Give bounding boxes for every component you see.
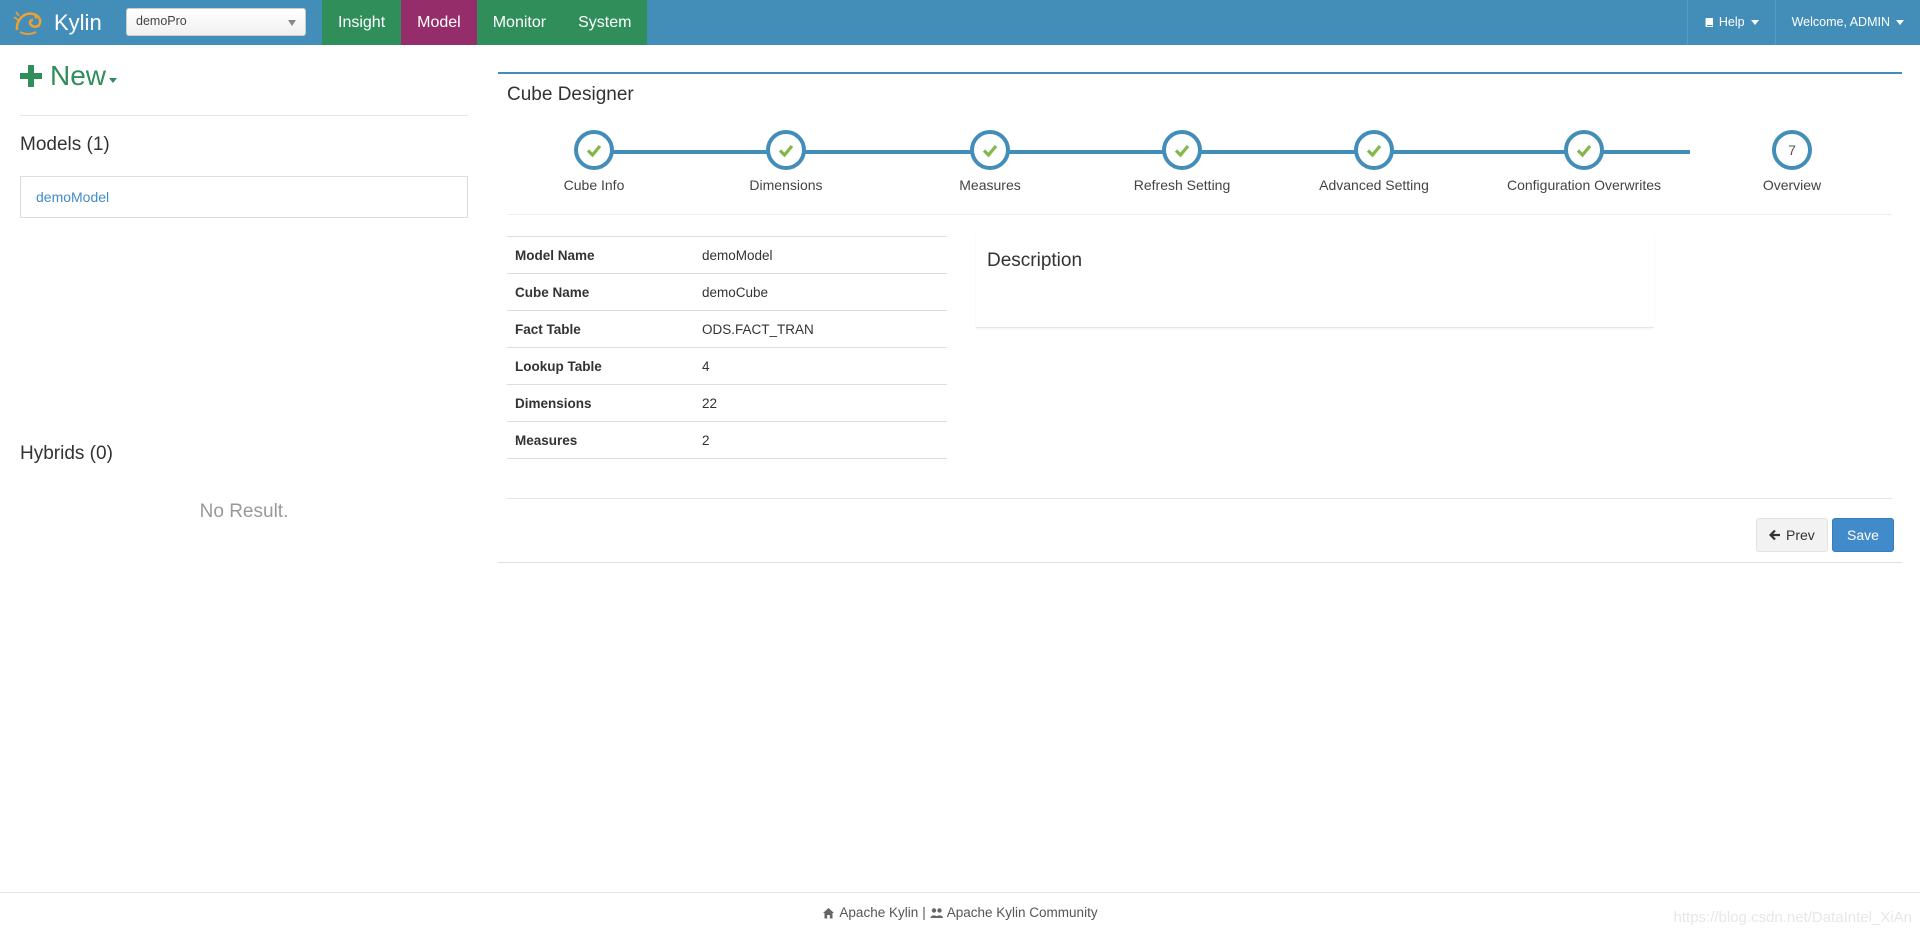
step-label: Advanced Setting xyxy=(1319,177,1429,193)
home-icon xyxy=(823,907,835,918)
plus-icon xyxy=(20,65,42,87)
table-row: Lookup Table 4 xyxy=(507,348,947,385)
footer-separator: | xyxy=(922,905,926,920)
step-label: Configuration Overwrites xyxy=(1506,177,1662,193)
nav-right: Help Welcome, ADMIN xyxy=(1686,0,1920,45)
divider xyxy=(507,498,1892,499)
step-label: Dimensions xyxy=(749,177,823,193)
help-label: Help xyxy=(1718,15,1745,29)
welcome-label: Welcome, ADMIN xyxy=(1791,15,1890,29)
check-icon xyxy=(778,144,794,158)
models-title: Models (1) xyxy=(20,134,110,155)
step-cube-info[interactable]: Cube Info xyxy=(494,130,694,193)
step-circle xyxy=(970,130,1010,170)
step-configuration-overwrites[interactable]: Configuration Overwrites xyxy=(1484,130,1684,193)
divider xyxy=(507,214,1892,215)
description-box: Description xyxy=(976,234,1654,328)
prev-button[interactable]: Prev xyxy=(1756,518,1828,552)
panel-title: Cube Designer xyxy=(507,84,634,105)
step-circle xyxy=(574,130,614,170)
step-label: Overview xyxy=(1762,177,1822,193)
new-button[interactable]: New xyxy=(20,60,118,92)
step-circle xyxy=(1354,130,1394,170)
watermark: https://blog.csdn.net/DataIntel_XiAn xyxy=(1673,909,1912,926)
wizard-steps: Cube Info Dimensions Measures Refresh Se… xyxy=(498,130,1902,200)
divider xyxy=(20,115,468,116)
table-row: Cube Name demoCube xyxy=(507,274,947,311)
users-icon xyxy=(930,907,943,918)
step-label: Refresh Setting xyxy=(1133,177,1231,193)
chevron-down-icon xyxy=(288,20,296,26)
row-value: 22 xyxy=(702,395,718,411)
check-icon xyxy=(1366,144,1382,158)
new-label: New xyxy=(50,60,107,91)
model-item-demomodel[interactable]: demoModel xyxy=(20,176,468,218)
row-key: Cube Name xyxy=(515,284,590,300)
table-row: Fact Table ODS.FACT_TRAN xyxy=(507,311,947,348)
step-circle xyxy=(1162,130,1202,170)
top-navbar: Kylin demoPro Insight Model Monitor Syst… xyxy=(0,0,1920,45)
overview-table: Model Name demoModel Cube Name demoCube … xyxy=(507,236,947,459)
table-row: Measures 2 xyxy=(507,422,947,459)
book-icon xyxy=(1705,18,1713,27)
row-key: Model Name xyxy=(515,247,595,263)
row-key: Measures xyxy=(515,432,578,448)
step-dimensions[interactable]: Dimensions xyxy=(686,130,886,193)
page-footer: Apache Kylin | Apache Kylin Community ht… xyxy=(0,892,1920,937)
step-label: Cube Info xyxy=(563,177,625,193)
row-value: ODS.FACT_TRAN xyxy=(702,321,814,337)
row-key: Lookup Table xyxy=(515,358,602,374)
main-nav: Insight Model Monitor System xyxy=(322,0,648,45)
row-key: Dimensions xyxy=(515,395,592,411)
step-circle xyxy=(766,130,806,170)
step-circle xyxy=(1564,130,1604,170)
user-menu[interactable]: Welcome, ADMIN xyxy=(1774,0,1920,45)
table-row: Model Name demoModel xyxy=(507,237,947,274)
caret-down-icon xyxy=(1896,20,1904,25)
prev-label: Prev xyxy=(1786,527,1815,543)
row-value: 2 xyxy=(702,432,710,448)
step-advanced-setting[interactable]: Advanced Setting xyxy=(1274,130,1474,193)
check-icon xyxy=(586,144,602,158)
step-circle-current: 7 xyxy=(1772,130,1812,170)
footer-link-community[interactable]: Apache Kylin Community xyxy=(947,905,1098,920)
row-value: demoCube xyxy=(702,284,769,300)
check-icon xyxy=(1576,144,1592,158)
kylin-logo-icon xyxy=(13,11,42,35)
help-menu[interactable]: Help xyxy=(1686,0,1775,45)
table-row: Dimensions 22 xyxy=(507,385,947,422)
row-key: Fact Table xyxy=(515,321,581,337)
description-title: Description xyxy=(987,250,1083,271)
check-icon xyxy=(1174,144,1190,158)
tab-system[interactable]: System xyxy=(562,0,648,45)
project-select[interactable]: demoPro xyxy=(126,8,306,36)
caret-down-icon xyxy=(109,77,118,83)
brand[interactable]: Kylin xyxy=(12,0,102,45)
tab-insight[interactable]: Insight xyxy=(322,0,402,45)
step-measures[interactable]: Measures xyxy=(890,130,1090,193)
check-icon xyxy=(982,144,998,158)
cube-designer-panel: Cube Designer Cube Info Dimensions Measu… xyxy=(498,72,1902,563)
step-label: Measures xyxy=(959,177,1021,193)
step-refresh-setting[interactable]: Refresh Setting xyxy=(1082,130,1282,193)
project-select-value: demoPro xyxy=(136,14,187,28)
no-result-text: No Result. xyxy=(199,501,289,522)
arrow-left-icon xyxy=(1769,529,1780,541)
row-value: demoModel xyxy=(702,247,773,263)
save-button[interactable]: Save xyxy=(1832,518,1894,552)
hybrids-title: Hybrids (0) xyxy=(20,443,113,464)
caret-down-icon xyxy=(1750,20,1759,25)
footer-links: Apache Kylin | Apache Kylin Community xyxy=(0,905,1920,920)
step-overview[interactable]: 7 Overview xyxy=(1692,130,1892,193)
tab-model[interactable]: Model xyxy=(401,0,477,45)
brand-name: Kylin xyxy=(54,9,102,35)
row-value: 4 xyxy=(702,358,710,374)
tab-monitor[interactable]: Monitor xyxy=(476,0,563,45)
footer-link-apache-kylin[interactable]: Apache Kylin xyxy=(839,905,918,920)
